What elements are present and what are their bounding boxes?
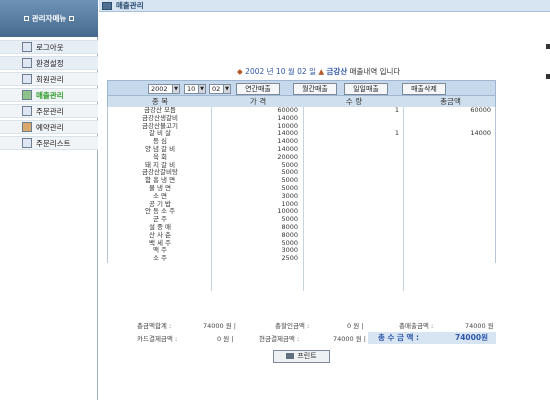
day-select[interactable]: 02 ▼ <box>209 84 231 94</box>
day-value: 02 <box>212 85 221 93</box>
cell-qty: 1 <box>394 106 399 114</box>
logout-icon <box>22 42 32 52</box>
card-value: 0 원 | <box>217 335 234 343</box>
summary-suffix: 매출내역 입니다 <box>349 67 401 76</box>
sidebar-item-orders[interactable]: 주문관리 <box>0 104 98 118</box>
year-select[interactable]: 2002 ▼ <box>148 84 180 94</box>
sidebar-item-label: 주문관리 <box>36 106 64 116</box>
cell-total: 14000 <box>470 129 491 138</box>
column-divider <box>303 107 304 291</box>
month-select[interactable]: 10 ▼ <box>184 84 206 94</box>
monthly-sales-button[interactable]: 월간매출 <box>293 83 337 95</box>
bullet-icon: ◆ <box>237 67 243 76</box>
page-header: 매출관리 <box>99 0 550 12</box>
delete-sales-button[interactable]: 매출삭제 <box>402 83 446 95</box>
table-row: 소 주 2500 <box>107 254 496 263</box>
cash-label: 현금결제금액 : <box>259 335 300 343</box>
sidebar-item-members[interactable]: 회원관리 <box>0 72 98 86</box>
sidebar-title-text: 관리자메뉴 <box>31 14 67 23</box>
cell-qty: 1 <box>394 129 399 138</box>
cell-total: 60000 <box>470 106 491 114</box>
dropdown-arrow-icon: ▼ <box>198 85 205 93</box>
sidebar-menu: 로그아웃 환경설정 회원관리 매출관리 주문관리 예약관리 주문리스트 <box>0 40 98 152</box>
summary-store: 금강산 <box>326 67 348 76</box>
discount-value: 0 원 | <box>347 322 364 330</box>
monitor-icon <box>102 1 112 10</box>
sidebar-item-label: 로그아웃 <box>36 42 64 52</box>
edge-mark <box>546 44 550 49</box>
sales-summary-line: ◆ 2002 년 10 월 02 일 ▲ 금강산 매출내역 입니다 <box>237 66 537 77</box>
card-label: 카드결제금액 : <box>137 335 178 343</box>
admin-sidebar: 관리자메뉴 로그아웃 환경설정 회원관리 매출관리 주문관리 예약관리 주문리스… <box>0 0 98 400</box>
sidebar-item-order-list[interactable]: 주문리스트 <box>0 136 98 150</box>
column-divider <box>211 107 212 291</box>
discount-label: 총할인금액 : <box>275 322 310 330</box>
reservation-icon <box>22 122 32 132</box>
grand-total-box: 총 수 금 액 : 74000원 <box>368 332 496 344</box>
sales-icon <box>22 90 32 100</box>
sidebar-title: 관리자메뉴 <box>0 0 98 37</box>
table-body: 금강산 모듬 60000 1 60000 금강산생갈비 14000 금강산불고기 10000 갈… <box>107 106 496 263</box>
page-title: 매출관리 <box>116 1 144 10</box>
summary-date: 2002 년 10 월 02 일 <box>245 67 316 76</box>
sales-table: 종 목 가 격 수 량 총금액 금강산 모듬 60000 1 60000 금강산생갈비 1… <box>107 96 496 263</box>
sidebar-item-label: 주문리스트 <box>36 138 71 148</box>
sidebar-item-settings[interactable]: 환경설정 <box>0 56 98 70</box>
order-list-icon <box>22 138 32 148</box>
cell-price: 2500 <box>281 254 298 263</box>
sales-total-value: 74000 원 | <box>203 322 236 330</box>
member-icon <box>22 74 32 84</box>
yearly-sales-button[interactable]: 연간매출 <box>236 83 280 95</box>
settings-icon <box>22 58 32 68</box>
title-square-icon <box>69 16 75 21</box>
date-filter-bar: 2002 ▼ 10 ▼ 02 ▼ 연간매출 월간매출 일일매출 매출삭제 <box>107 80 496 96</box>
cash-value: 74000 원 | <box>333 335 366 343</box>
print-label: 프린트 <box>297 352 317 360</box>
edge-mark <box>546 74 550 79</box>
sidebar-item-label: 회원관리 <box>36 74 64 84</box>
daily-sales-button[interactable]: 일일매출 <box>344 83 388 95</box>
dropdown-arrow-icon: ▼ <box>172 85 179 93</box>
sales-total-label: 총금액합계 : <box>137 322 172 330</box>
year-value: 2002 <box>151 85 168 93</box>
title-square-icon <box>23 16 29 21</box>
order-icon <box>22 106 32 116</box>
printer-icon <box>286 353 295 359</box>
sidebar-item-reservations[interactable]: 예약관리 <box>0 120 98 134</box>
sidebar-item-label: 환경설정 <box>36 58 64 68</box>
header-qty: 수 량 <box>345 97 363 106</box>
sidebar-item-logout[interactable]: 로그아웃 <box>0 40 98 54</box>
print-button[interactable]: 프린트 <box>273 350 330 363</box>
sidebar-item-label: 예약관리 <box>36 122 64 132</box>
grand-total-label: 총 수 금 액 : <box>378 333 420 342</box>
month-value: 10 <box>187 85 196 93</box>
cell-item: 소 주 <box>152 254 168 263</box>
sidebar-item-label: 매출관리 <box>36 90 64 100</box>
dropdown-arrow-icon: ▼ <box>223 85 230 93</box>
bullet-icon: ▲ <box>318 67 325 76</box>
sidebar-item-sales[interactable]: 매출관리 <box>0 88 98 102</box>
grand-total-value: 74000원 <box>455 333 488 342</box>
column-divider <box>403 107 404 291</box>
